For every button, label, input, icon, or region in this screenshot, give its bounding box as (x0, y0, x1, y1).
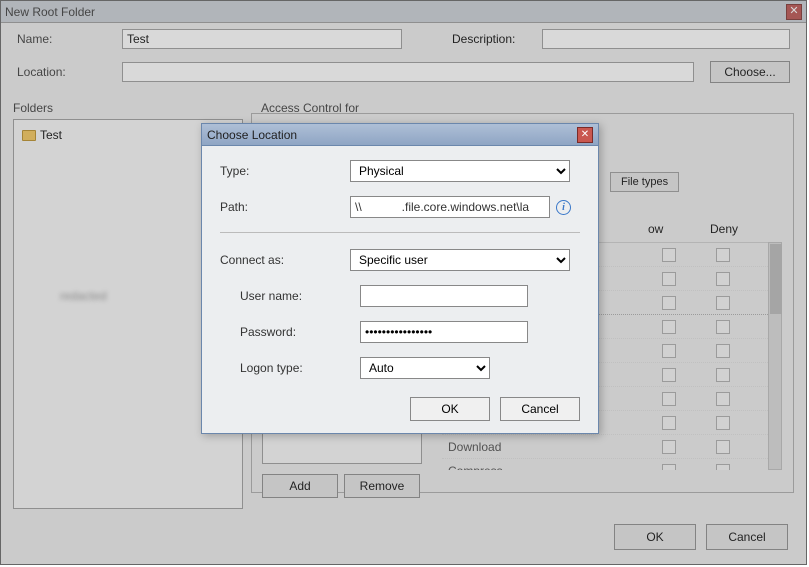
path-input[interactable] (350, 196, 550, 218)
type-label: Type: (220, 164, 350, 178)
type-select[interactable]: Physical (350, 160, 570, 182)
connect-select[interactable]: Specific user (350, 249, 570, 271)
logon-select[interactable]: Auto (360, 357, 490, 379)
connect-label: Connect as: (220, 253, 350, 267)
password-row: Password: (220, 321, 580, 343)
modal-title: Choose Location (207, 128, 577, 142)
ok-button[interactable]: OK (410, 397, 490, 421)
close-icon[interactable]: ✕ (577, 127, 593, 143)
new-root-folder-window: New Root Folder ✕ Name: Description: Loc… (0, 0, 807, 565)
choose-location-dialog: Choose Location ✕ Type: Physical Path: i… (201, 123, 599, 434)
password-label: Password: (220, 325, 360, 339)
modal-body: Type: Physical Path: i Connect as: Speci… (202, 146, 598, 433)
logon-label: Logon type: (220, 361, 360, 375)
username-label: User name: (220, 289, 360, 303)
modal-titlebar: Choose Location ✕ (202, 124, 598, 146)
connect-row: Connect as: Specific user (220, 249, 580, 271)
password-input[interactable] (360, 321, 528, 343)
modal-buttons: OK Cancel (220, 397, 580, 421)
path-row: Path: i (220, 196, 580, 218)
username-row: User name: redacted (220, 285, 580, 307)
logon-row: Logon type: Auto (220, 357, 580, 379)
separator (220, 232, 580, 233)
info-icon[interactable]: i (556, 200, 571, 215)
path-label: Path: (220, 200, 350, 214)
cancel-button[interactable]: Cancel (500, 397, 580, 421)
type-row: Type: Physical (220, 160, 580, 182)
username-input[interactable] (360, 285, 528, 307)
